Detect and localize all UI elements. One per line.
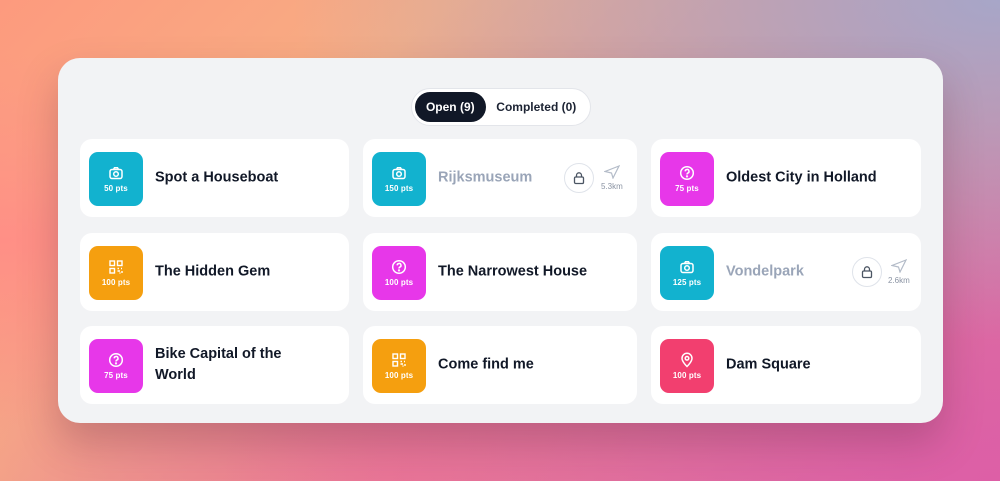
- challenge-title: Bike Capital of the World: [155, 346, 282, 383]
- points-badge: 50 pts: [89, 152, 143, 206]
- challenge-title: Rijksmuseum: [438, 169, 533, 186]
- points-label: 100 pts: [384, 371, 414, 380]
- points-badge: 100 pts: [660, 339, 714, 393]
- navigation-arrow-icon: [890, 259, 907, 273]
- challenges-panel: Open (9) Completed (0) 50 pts Spot a Hou…: [58, 58, 943, 423]
- question-icon: [108, 352, 124, 368]
- points-label: 75 pts: [675, 184, 699, 193]
- camera-icon: [109, 167, 123, 180]
- camera-icon: [392, 167, 406, 180]
- distance-indicator: 5.3km: [601, 165, 623, 191]
- challenge-card[interactable]: 150 pts Rijksmuseum 5.3km: [363, 139, 637, 217]
- lock-icon: [573, 172, 585, 185]
- question-icon: [391, 259, 407, 275]
- distance-label: 5.3km: [601, 182, 623, 191]
- challenge-card[interactable]: 125 pts Vondelpark 2.6km: [651, 233, 921, 311]
- points-badge: 100 pts: [372, 246, 426, 300]
- challenge-title: Spot a Houseboat: [155, 169, 279, 186]
- challenge-card[interactable]: 100 pts The Narrowest House: [363, 233, 637, 311]
- question-icon: [679, 165, 695, 181]
- points-label: 50 pts: [104, 184, 128, 193]
- points-label: 100 pts: [384, 278, 414, 287]
- challenge-card[interactable]: 75 pts Bike Capital of the World: [80, 326, 349, 404]
- challenge-title: The Hidden Gem: [155, 263, 271, 280]
- location-pin-icon: [681, 352, 693, 368]
- points-label: 150 pts: [384, 184, 414, 193]
- challenge-card[interactable]: 50 pts Spot a Houseboat: [80, 139, 349, 217]
- distance-indicator: 2.6km: [888, 259, 910, 285]
- points-badge: 75 pts: [660, 152, 714, 206]
- points-badge: 75 pts: [89, 339, 143, 393]
- camera-icon: [680, 261, 694, 274]
- points-badge: 100 pts: [372, 339, 426, 393]
- challenge-card[interactable]: 100 pts The Hidden Gem: [80, 233, 349, 311]
- qr-code-icon: [392, 353, 406, 367]
- lock-button[interactable]: [852, 257, 882, 287]
- challenge-card[interactable]: 75 pts Oldest City in Holland: [651, 139, 921, 217]
- qr-code-icon: [109, 260, 123, 274]
- points-label: 100 pts: [101, 278, 131, 287]
- lock-icon: [861, 266, 873, 279]
- challenge-card[interactable]: 100 pts Come find me: [363, 326, 637, 404]
- challenge-title: Dam Square: [726, 356, 811, 373]
- points-label: 125 pts: [672, 278, 702, 287]
- points-badge: 100 pts: [89, 246, 143, 300]
- challenge-title: Come find me: [438, 356, 534, 373]
- navigation-arrow-icon: [603, 165, 620, 179]
- lock-button[interactable]: [564, 163, 594, 193]
- challenge-card[interactable]: 100 pts Dam Square: [651, 326, 921, 404]
- points-label: 100 pts: [672, 371, 702, 380]
- challenge-title: Oldest City in Holland: [726, 169, 877, 186]
- points-badge: 150 pts: [372, 152, 426, 206]
- challenge-title: Vondelpark: [726, 263, 804, 280]
- points-badge: 125 pts: [660, 246, 714, 300]
- challenge-grid: 50 pts Spot a Houseboat 150 pts Rijksmus…: [58, 58, 943, 423]
- points-label: 75 pts: [104, 371, 128, 380]
- challenge-title: The Narrowest House: [438, 263, 588, 280]
- distance-label: 2.6km: [888, 276, 910, 285]
